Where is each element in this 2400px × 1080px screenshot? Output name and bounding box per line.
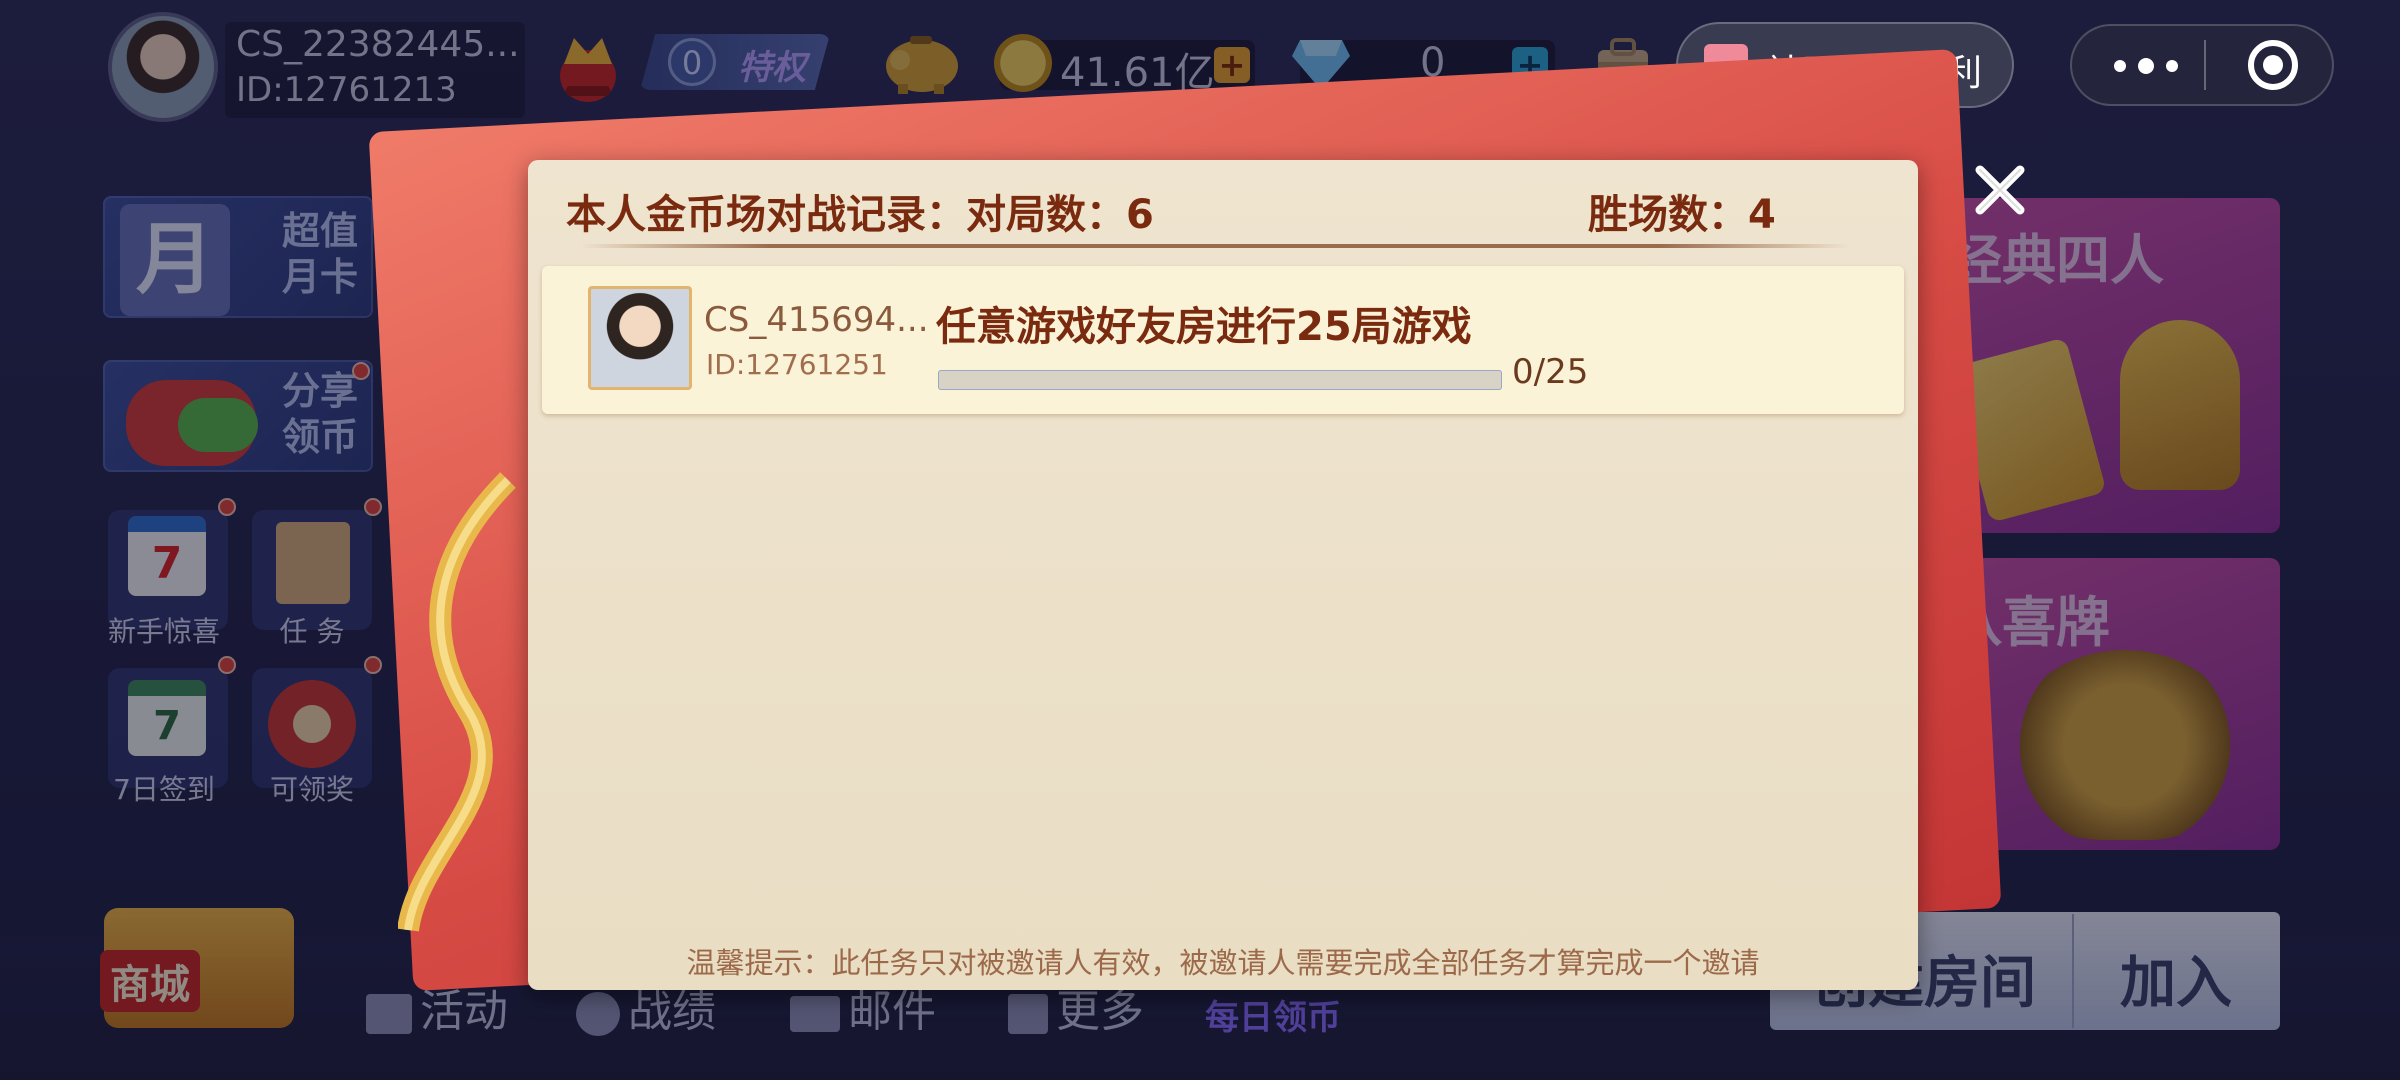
invitee-id: ID:12761251	[706, 348, 888, 381]
target-circle-icon[interactable]	[2248, 40, 2298, 90]
task-progress-text: 0/25	[1512, 352, 1589, 392]
mini-program-capsule	[2070, 24, 2334, 106]
panel-header: 本人金币场对战记录：对局数：6	[566, 192, 1154, 238]
task-title: 任意游戏好友房进行25局游戏	[936, 304, 1472, 350]
invitee-name: CS_415694...	[704, 300, 929, 340]
close-icon[interactable]	[1970, 160, 2030, 220]
more-dots-icon[interactable]	[2112, 52, 2182, 80]
task-progress-bar	[938, 370, 1502, 390]
invitee-avatar	[588, 286, 692, 390]
win-count: 胜场数：4	[1588, 192, 1776, 238]
header-divider	[580, 244, 1850, 248]
tip-text: 温馨提示：此任务只对被邀请人有效，被邀请人需要完成全部任务才算完成一个邀请	[686, 946, 1760, 980]
capsule-divider	[2204, 40, 2206, 90]
gold-ribbon-decoration	[398, 472, 516, 932]
